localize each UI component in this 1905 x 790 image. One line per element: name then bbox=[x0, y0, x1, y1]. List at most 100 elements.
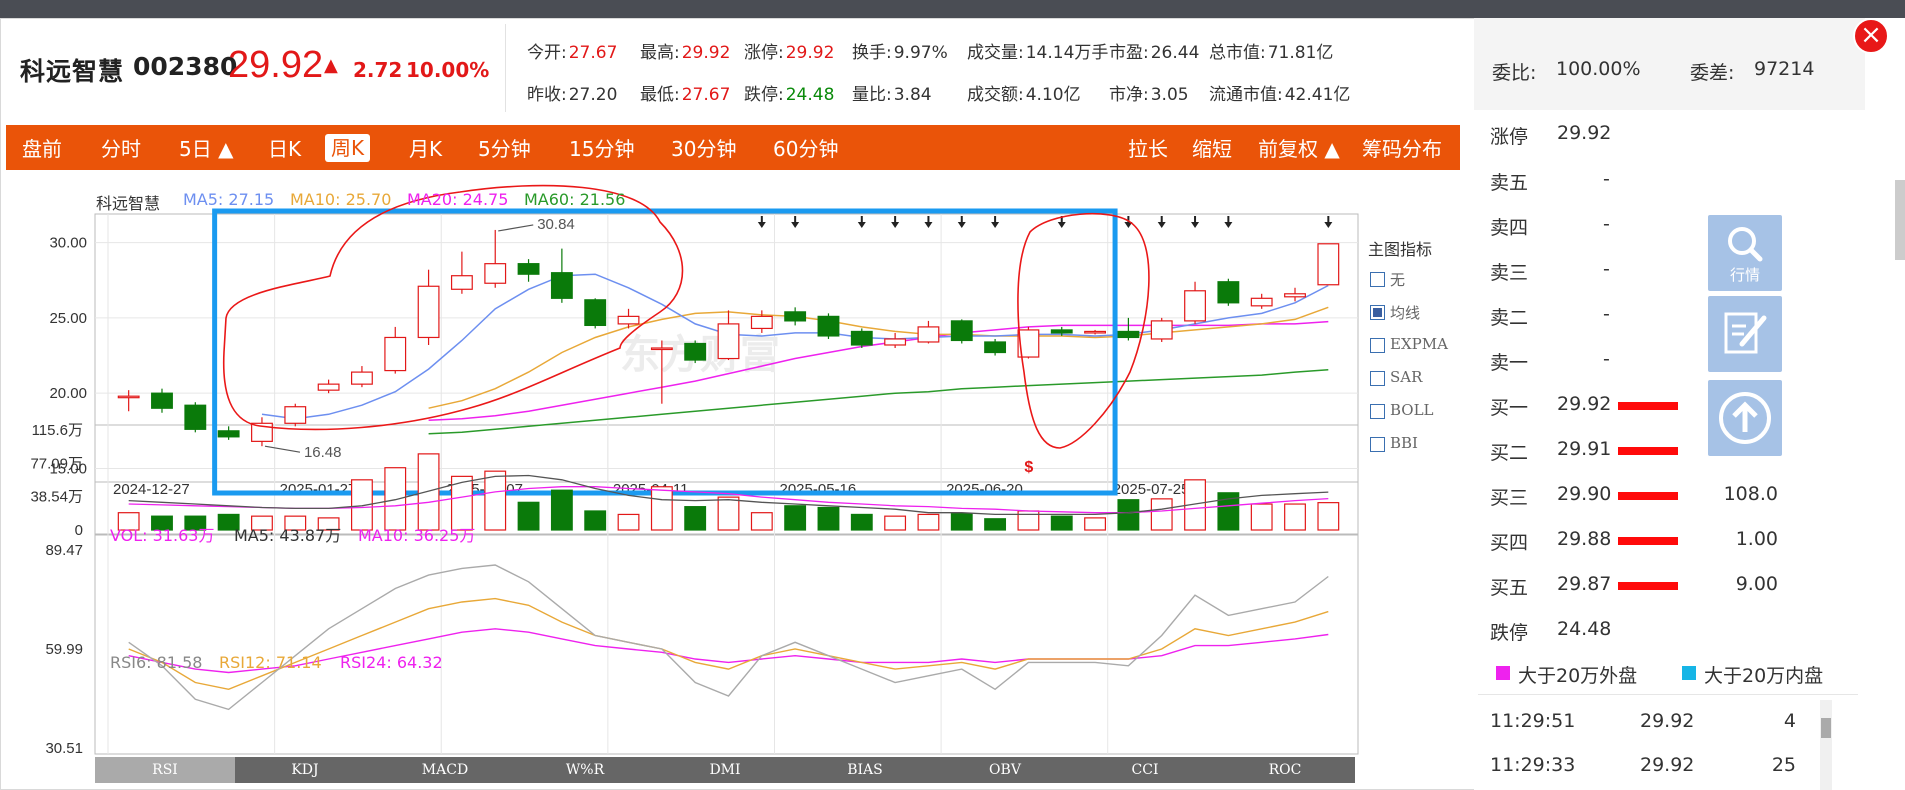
candle-body bbox=[1150, 320, 1173, 340]
indicator-checkbox-3[interactable] bbox=[1370, 371, 1385, 386]
candle-body bbox=[517, 263, 540, 275]
price-axis-label: 25.00 bbox=[49, 310, 87, 327]
buy-label-2: 买三 bbox=[1490, 487, 1529, 509]
sell-price-2: - bbox=[1603, 258, 1610, 280]
rsi-frame bbox=[94, 533, 1359, 755]
buy-price-4: 29.87 bbox=[1557, 573, 1612, 595]
edit-button[interactable] bbox=[1708, 296, 1782, 372]
market-button[interactable]: 行情 bbox=[1708, 215, 1782, 291]
ticks-scrollbar-thumb[interactable] bbox=[1821, 718, 1831, 738]
candle-body bbox=[884, 338, 907, 346]
volume-bar bbox=[717, 496, 740, 531]
rsi-axis-label: 30.51 bbox=[45, 740, 83, 757]
limit-down-value: 24.48 bbox=[1557, 618, 1612, 640]
event-marker-arrow-icon bbox=[891, 222, 900, 228]
quote-value: 4.10亿 bbox=[1025, 85, 1081, 105]
sell-price-1: - bbox=[1603, 213, 1610, 235]
ma60-line bbox=[428, 368, 1329, 435]
dividend-marker: $ bbox=[1024, 459, 1033, 476]
volume-bar bbox=[517, 501, 540, 531]
volume-bar bbox=[417, 453, 440, 531]
rsi-axis-label: 59.99 bbox=[45, 641, 83, 658]
indicator-tab-wr[interactable]: W%R bbox=[515, 757, 655, 783]
candle-body bbox=[384, 336, 407, 372]
tab-0[interactable]: 盘前 bbox=[22, 135, 62, 163]
indicator-label-0: 无 bbox=[1390, 271, 1406, 289]
candle-body bbox=[1050, 329, 1073, 334]
indicator-tab-roc[interactable]: ROC bbox=[1215, 757, 1355, 783]
indicator-tab-rsi[interactable]: RSI bbox=[95, 757, 235, 783]
tab-right-3[interactable]: 筹码分布 bbox=[1362, 135, 1442, 163]
sell-price-3: - bbox=[1603, 303, 1610, 325]
close-button[interactable]: × bbox=[1853, 18, 1889, 54]
quote-value: 14.14万手 bbox=[1025, 43, 1109, 63]
candle-body bbox=[484, 263, 507, 284]
tab-9[interactable]: 60分钟 bbox=[773, 135, 838, 163]
indicator-tab-obv[interactable]: OBV bbox=[935, 757, 1075, 783]
ticks-scrollbar[interactable] bbox=[1820, 700, 1832, 790]
quote-value: 9.97% bbox=[893, 43, 948, 63]
indicator-tab-bias[interactable]: BIAS bbox=[795, 757, 935, 783]
tab-2[interactable]: 5日 ▲ bbox=[179, 135, 233, 163]
page-scrollbar[interactable] bbox=[1895, 180, 1905, 260]
sell-label-2: 卖三 bbox=[1490, 262, 1529, 284]
candle-body bbox=[1250, 297, 1273, 307]
indicator-checkbox-1[interactable] bbox=[1370, 305, 1385, 320]
edit-note-icon bbox=[1724, 312, 1767, 354]
event-marker-arrow-icon bbox=[857, 222, 866, 228]
tab-right-1[interactable]: 缩短 bbox=[1192, 135, 1232, 163]
tick-vol-1: 25 bbox=[1771, 754, 1796, 776]
weibi-label: 委比: bbox=[1492, 62, 1537, 84]
volume-bar bbox=[617, 513, 640, 531]
quote-9: 跌停: 24.48 bbox=[744, 80, 834, 105]
volume-axis-label: 0 bbox=[75, 522, 83, 539]
outer-legend-swatch bbox=[1496, 666, 1510, 680]
indicator-checkbox-0[interactable] bbox=[1370, 272, 1385, 287]
volume-bar bbox=[1150, 498, 1173, 531]
tab-1[interactable]: 分时 bbox=[101, 135, 141, 163]
quote-13: 流通市值: 42.41亿 bbox=[1209, 80, 1350, 105]
ma20-line bbox=[428, 320, 1329, 422]
indicator-tab-kdj[interactable]: KDJ bbox=[235, 757, 375, 783]
quote-label: 流通市值: bbox=[1209, 85, 1283, 105]
event-marker-arrow-icon bbox=[991, 222, 1000, 228]
stock-name: 科远智慧 bbox=[20, 57, 125, 86]
high-annotation-label: 30.84 bbox=[537, 216, 575, 233]
candle-body bbox=[950, 320, 973, 342]
tab-3[interactable]: 日K bbox=[268, 135, 301, 163]
volume-bar bbox=[1250, 503, 1273, 531]
indicator-tab-dmi[interactable]: DMI bbox=[655, 757, 795, 783]
candle-body bbox=[1084, 330, 1106, 334]
indicator-tab-cci[interactable]: CCI bbox=[1075, 757, 1215, 783]
tab-right-0[interactable]: 拉长 bbox=[1128, 135, 1168, 163]
candle-body bbox=[1184, 290, 1206, 322]
buy-volume-bar-4 bbox=[1618, 582, 1678, 590]
quote-8: 最低: 27.67 bbox=[640, 80, 730, 105]
kline-chart[interactable]: 15.0020.0025.0030.002024-12-27 2025-01-27… bbox=[0, 172, 1468, 790]
quote-value: 29.92 bbox=[785, 43, 835, 63]
tick-price-1: 29.92 bbox=[1640, 754, 1695, 776]
indicator-checkbox-4[interactable] bbox=[1370, 404, 1385, 419]
tab-8[interactable]: 30分钟 bbox=[671, 135, 736, 163]
quote-label: 成交量: bbox=[967, 43, 1024, 63]
indicator-checkbox-5[interactable] bbox=[1370, 437, 1385, 452]
tab-7[interactable]: 15分钟 bbox=[569, 135, 634, 163]
indicator-tab-macd[interactable]: MACD bbox=[375, 757, 515, 783]
candle-body bbox=[584, 299, 607, 327]
buy-price-0: 29.92 bbox=[1557, 393, 1612, 415]
back-to-top-button[interactable] bbox=[1708, 380, 1782, 456]
vol-legend-vol: VOL: 31.63万 bbox=[110, 526, 215, 545]
indicator-checkbox-2[interactable] bbox=[1370, 338, 1385, 353]
buy-price-1: 29.91 bbox=[1557, 438, 1612, 460]
tab-4[interactable]: 周K bbox=[325, 134, 371, 162]
tab-6[interactable]: 5分钟 bbox=[478, 135, 531, 163]
quote-11: 成交额: 4.10亿 bbox=[967, 80, 1081, 105]
tab-5[interactable]: 月K bbox=[409, 135, 442, 163]
rsi-legend-rsi6: RSI6: 81.58 bbox=[110, 653, 203, 672]
buy-label-4: 买五 bbox=[1490, 577, 1529, 599]
sell-price-0: - bbox=[1603, 168, 1610, 190]
quote-label: 市盈: bbox=[1109, 43, 1149, 63]
quote-value: 27.20 bbox=[568, 85, 618, 105]
tab-right-2[interactable]: 前复权 ▲ bbox=[1258, 135, 1340, 163]
quote-2: 涨停: 29.92 bbox=[744, 38, 834, 63]
